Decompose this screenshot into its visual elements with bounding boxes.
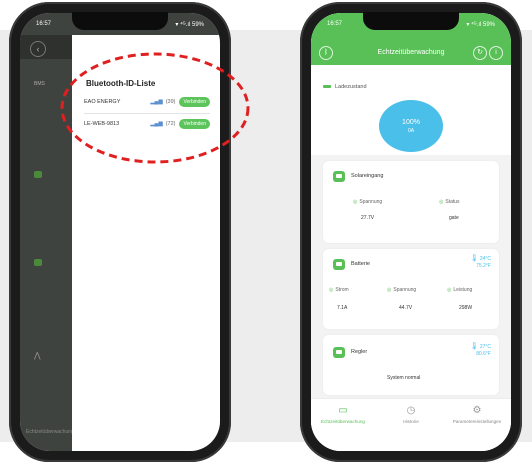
annotation-ellipse [60,52,250,164]
